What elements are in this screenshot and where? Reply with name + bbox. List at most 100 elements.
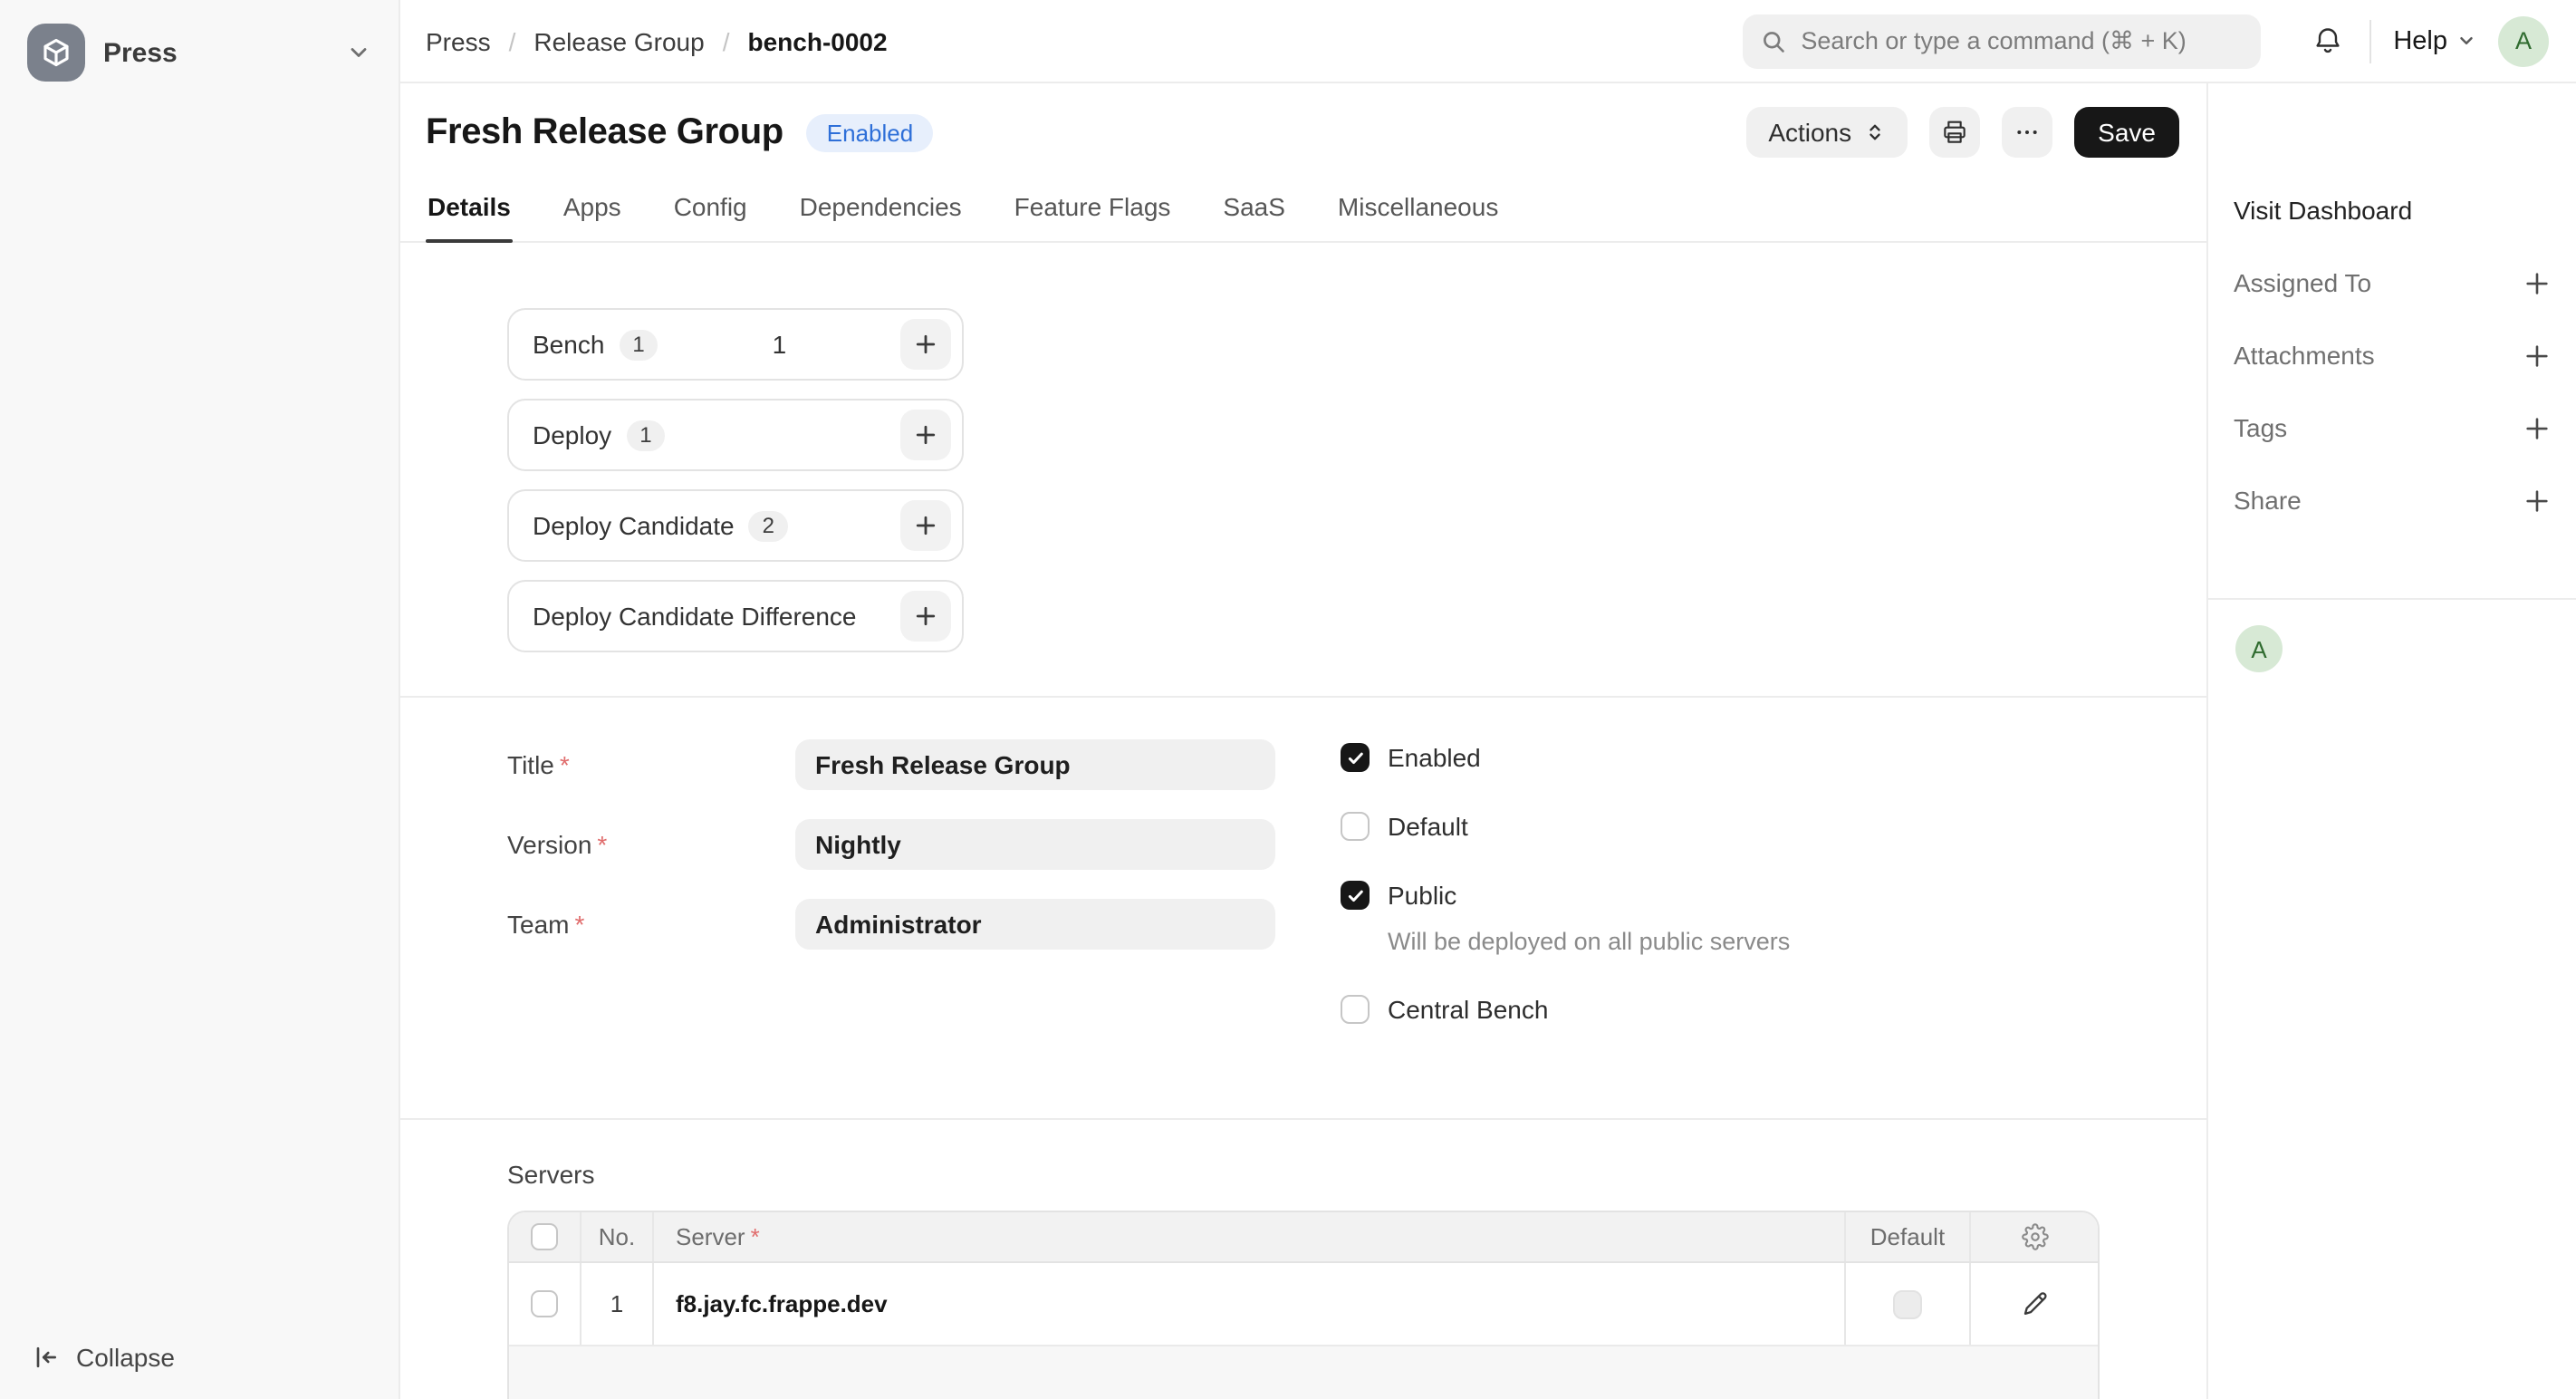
add-tag-plus-icon[interactable] [2523,414,2551,441]
workspace-label: Press [103,37,178,68]
link-card-bench[interactable]: Bench 1 1 [507,308,964,381]
ellipsis-icon [2013,118,2042,147]
add-deploy-candidate-difference-button[interactable] [900,591,951,642]
server-name-cell[interactable]: f8.jay.fc.frappe.dev [676,1290,888,1317]
field-team: Team* Administrator [507,899,1341,950]
breadcrumb-item-press[interactable]: Press [426,26,491,55]
assigned-to-row[interactable]: Assigned To [2234,265,2551,301]
checkbox-public[interactable]: Public [1341,881,1790,910]
checkbox-description: Will be deployed on all public servers [1388,928,1790,955]
checkbox-default[interactable]: Default [1341,812,1790,841]
checkbox-checked-icon [1341,881,1370,910]
title-input[interactable]: Fresh Release Group [795,739,1275,790]
top-navbar: Press / Release Group / bench-0002 [400,0,2576,83]
viewer-avatar[interactable]: A [2235,625,2283,672]
attachments-row[interactable]: Attachments [2234,337,2551,373]
save-button[interactable]: Save [2074,107,2179,158]
actions-button[interactable]: Actions [1746,107,1908,158]
column-header-default: Default [1870,1223,1945,1250]
link-card-deploy-candidate-difference[interactable]: Deploy Candidate Difference [507,580,964,652]
select-all-checkbox[interactable] [531,1223,558,1250]
table-settings-gear-icon[interactable] [2021,1223,2048,1250]
field-label: Version* [507,830,795,859]
edit-row-pencil-icon[interactable] [2021,1290,2048,1317]
search-input[interactable] [1801,27,2243,54]
count-badge: 1 [626,420,665,450]
link-card-label: Deploy Candidate Difference [533,602,857,631]
print-button[interactable] [1929,107,1980,158]
team-input[interactable]: Administrator [795,899,1275,950]
open-count: 1 [658,330,900,359]
share-label: Share [2234,486,2302,515]
visit-dashboard-link[interactable]: Visit Dashboard [2234,196,2551,225]
add-deploy-button[interactable] [900,410,951,460]
main-region: Press / Release Group / bench-0002 [400,0,2576,1399]
share-row[interactable]: Share [2234,482,2551,518]
required-asterisk: * [560,750,570,779]
tab-apps[interactable]: Apps [562,178,623,241]
add-bench-button[interactable] [900,319,951,370]
breadcrumb-separator: / [509,26,516,55]
share-plus-icon[interactable] [2523,487,2551,514]
row-select-checkbox[interactable] [531,1290,558,1317]
avatar-initial: A [2251,635,2266,662]
workspace-switcher[interactable]: Press [0,0,399,105]
help-label: Help [2393,26,2447,55]
add-deploy-candidate-button[interactable] [900,500,951,551]
tags-row[interactable]: Tags [2234,410,2551,446]
checkbox-central-bench[interactable]: Central Bench [1341,995,1790,1024]
link-card-label: Deploy Candidate [533,511,735,540]
more-options-button[interactable] [2002,107,2052,158]
tab-miscellaneous[interactable]: Miscellaneous [1336,178,1500,241]
attachments-label: Attachments [2234,341,2375,370]
actions-button-label: Actions [1768,118,1851,147]
server-table-row[interactable]: 1 f8.jay.fc.frappe.dev [509,1263,2098,1346]
servers-section-label: Servers [507,1160,2206,1189]
add-attachment-plus-icon[interactable] [2523,342,2551,369]
servers-table-footer [509,1346,2098,1399]
field-label: Team* [507,910,795,939]
document-tabbar: Details Apps Config Dependencies Feature… [400,178,2206,243]
servers-table-header: No. Server* Default [509,1212,2098,1263]
tab-saas[interactable]: SaaS [1221,178,1287,241]
checkbox-label: Enabled [1388,743,1481,772]
search-icon [1761,28,1786,53]
navbar-right: Help A [1743,14,2549,68]
tab-dependencies[interactable]: Dependencies [798,178,964,241]
user-avatar[interactable]: A [2498,15,2549,66]
notifications-bell-icon[interactable] [2312,24,2344,57]
tab-details[interactable]: Details [426,178,513,241]
checkbox-unchecked-icon [1341,812,1370,841]
field-title: Title* Fresh Release Group [507,739,1341,790]
checkbox-label: Public [1388,881,1456,910]
document-actions: Actions [1746,107,2179,158]
tab-config[interactable]: Config [672,178,749,241]
sidebar-collapse-button[interactable]: Collapse [0,1316,399,1399]
field-version: Version* Nightly [507,819,1341,870]
page-title: Fresh Release Group [426,111,783,153]
global-search[interactable] [1743,14,2261,68]
default-checkbox-disabled [1893,1289,1922,1318]
document-side-panel: Visit Dashboard Assigned To Attachments … [2206,83,2576,1399]
add-assignment-plus-icon[interactable] [2523,269,2551,296]
checkbox-unchecked-icon [1341,995,1370,1024]
link-card-label: Bench [533,330,604,359]
help-menu[interactable]: Help [2393,26,2476,55]
count-badge: 2 [749,510,788,541]
link-card-deploy[interactable]: Deploy 1 [507,399,964,471]
document-header: Fresh Release Group Enabled Actions [400,83,2206,178]
form-checkboxes-column: Enabled Default Public [1341,739,1790,1064]
checkbox-label: Central Bench [1388,995,1548,1024]
document-area: Fresh Release Group Enabled Actions [400,83,2206,1399]
tab-feature-flags[interactable]: Feature Flags [1013,178,1173,241]
servers-table: No. Server* Default [507,1211,2100,1399]
breadcrumb-item-release-group[interactable]: Release Group [533,26,704,55]
breadcrumb-separator: / [723,26,730,55]
checkbox-enabled[interactable]: Enabled [1341,743,1790,772]
field-label: Title* [507,750,795,779]
link-card-deploy-candidate[interactable]: Deploy Candidate 2 [507,489,964,562]
breadcrumb-item-current: bench-0002 [748,26,888,55]
collapse-icon [31,1343,60,1372]
app-root: Press Collapse Press / Release Group / b… [0,0,2576,1399]
version-input[interactable]: Nightly [795,819,1275,870]
